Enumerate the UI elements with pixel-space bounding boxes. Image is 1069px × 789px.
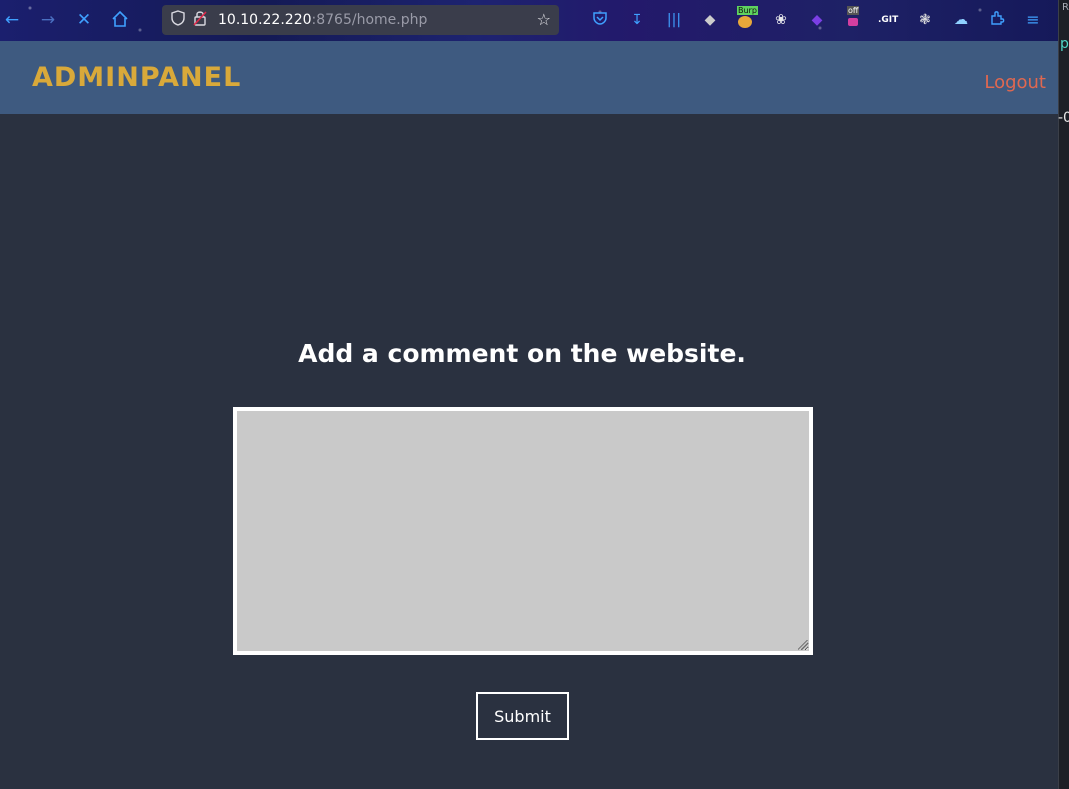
hacktools-icon[interactable]: ◆ (807, 10, 827, 30)
extensions-icon[interactable] (987, 10, 1007, 30)
cloud-icon[interactable]: ☁ (951, 10, 971, 30)
resize-handle-icon[interactable] (798, 640, 808, 650)
page-heading: Add a comment on the website. (298, 339, 746, 368)
comment-textarea[interactable] (233, 407, 813, 655)
bookmark-star-icon[interactable]: ☆ (537, 10, 551, 29)
browser-toolbar: ← → ✕ 10.10.22.220:8765/home.php ☆ ↧ |||… (0, 0, 1058, 41)
download-icon[interactable]: ↧ (627, 10, 647, 30)
pocket-icon[interactable] (590, 10, 610, 30)
url-host: 10.10.22.220 (218, 12, 312, 28)
library-icon[interactable]: ||| (664, 10, 684, 30)
url-bar[interactable]: 10.10.22.220:8765/home.php ☆ (162, 5, 559, 35)
submit-button[interactable]: Submit (476, 692, 569, 740)
settings-globe-icon[interactable]: ❃ (915, 10, 935, 30)
url-path: :8765/home.php (311, 12, 428, 28)
stop-icon[interactable]: ✕ (74, 10, 94, 30)
brand-logo[interactable]: ADMINPANEL (32, 62, 241, 93)
off-label: off (847, 6, 860, 15)
home-icon[interactable] (110, 10, 130, 30)
cookie-icon[interactable]: ❀ (771, 10, 791, 30)
proxy-off-icon[interactable]: off (843, 6, 863, 30)
dotgit-icon[interactable]: .GIT (878, 10, 898, 30)
back-arrow-icon[interactable]: ← (2, 10, 22, 30)
insecure-lock-icon[interactable] (190, 10, 210, 30)
wappalyzer-icon[interactable]: ◆ (700, 10, 720, 30)
side-text-low: -0 (1058, 110, 1069, 126)
burp-icon[interactable]: Burp (735, 6, 758, 30)
menu-icon[interactable]: ≡ (1023, 10, 1043, 30)
burp-label: Burp (737, 6, 758, 15)
url-text[interactable]: 10.10.22.220:8765/home.php (218, 12, 427, 28)
side-text-mid: p (1060, 36, 1069, 52)
side-text-top: R (1062, 2, 1069, 13)
main-content: Add a comment on the website. Submit (0, 114, 1058, 789)
forward-arrow-icon[interactable]: → (38, 10, 58, 30)
site-header: ADMINPANEL Logout (0, 41, 1058, 114)
logout-link[interactable]: Logout (984, 72, 1046, 93)
shield-icon[interactable] (168, 10, 188, 30)
